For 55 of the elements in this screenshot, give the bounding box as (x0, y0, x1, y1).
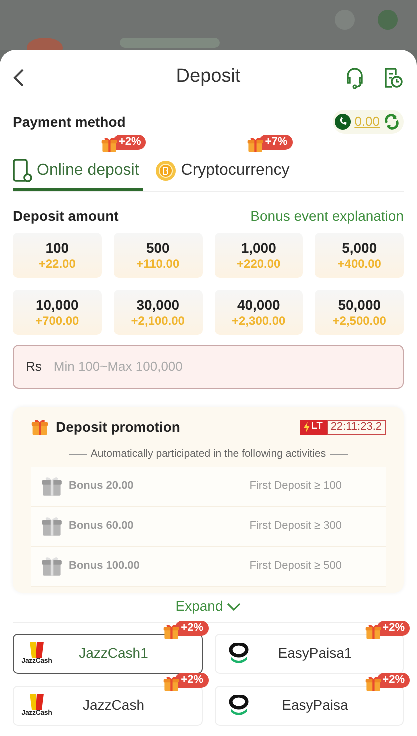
wallet-logo (228, 642, 248, 665)
gift-icon (41, 555, 63, 578)
promotion-note: Automatically participated in the following activities (90, 447, 326, 462)
payment-tab[interactable]: Cryptocurrency (155, 153, 294, 191)
phone-icon (13, 158, 33, 182)
amount-option[interactable]: 10,000 +700.00 (13, 290, 102, 335)
gift-icon (364, 674, 382, 692)
amount-option[interactable]: 50,000 +2,500.00 (315, 290, 404, 335)
section-label: Payment method (13, 112, 126, 132)
coin-icon (155, 160, 178, 182)
limited-time-badge: LT (300, 420, 327, 434)
bonus-amount: Bonus 100.00 (69, 559, 140, 574)
bonus-badge: +2% (113, 134, 146, 150)
amount-field[interactable]: Rs Min 100~Max 100,000 (13, 345, 404, 389)
promotion-title: Deposit promotion (56, 418, 180, 437)
gift-icon (163, 674, 180, 692)
balance-amount: 0.00 (354, 113, 380, 132)
gift-icon (247, 136, 264, 153)
payment-option[interactable]: EasyPaisa (214, 686, 404, 726)
expand-button[interactable]: Expand (176, 596, 242, 617)
gift-icon (41, 475, 63, 498)
amount-option[interactable]: 1,000 +220.00 (214, 233, 304, 278)
bonus-badge: +2% (376, 621, 410, 636)
bonus-condition: First Deposit ≥ 300 (250, 519, 343, 534)
refresh-icon[interactable] (384, 114, 400, 130)
wallet-icon (334, 114, 351, 130)
gift-icon (364, 622, 382, 640)
bonus-condition: First Deposit ≥ 100 (250, 479, 343, 494)
amount-option[interactable]: 500 +110.00 (114, 233, 202, 278)
amount-input[interactable]: Min 100~Max 100,000 (54, 357, 391, 377)
bonus-amount: Bonus 60.00 (69, 519, 134, 534)
gift-icon (41, 515, 63, 538)
gift-icon (163, 622, 180, 640)
gift-icon (31, 418, 49, 436)
bonus-badge: +2% (376, 673, 410, 688)
bonus-amount: Bonus 20.00 (69, 479, 134, 494)
chevron-down-icon (227, 602, 242, 612)
history-icon[interactable] (383, 66, 403, 88)
bonus-badge: +2% (175, 673, 208, 688)
amount-option[interactable]: 40,000 +2,300.00 (214, 290, 304, 335)
amount-option[interactable]: 100 +22.00 (13, 233, 102, 278)
bonus-condition: First Deposit ≥ 500 (250, 559, 343, 574)
lightning-icon (304, 422, 310, 432)
bonus-explanation-link[interactable]: Bonus event explanation (250, 206, 404, 226)
wallet-logo (228, 694, 248, 717)
page-title: Deposit (176, 65, 241, 90)
payment-tab[interactable]: Online deposit (13, 153, 144, 191)
section-label: Deposit amount (13, 206, 119, 226)
bonus-badge: +7% (259, 134, 293, 150)
amount-option[interactable]: 30,000 +2,100.00 (114, 290, 202, 335)
bonus-badge: +2% (175, 621, 208, 636)
headset-icon[interactable] (345, 66, 365, 88)
countdown-timer: 22:11:23.2 (326, 420, 386, 434)
gift-icon (101, 136, 118, 153)
amount-option[interactable]: 5,000 +400.00 (315, 233, 404, 278)
